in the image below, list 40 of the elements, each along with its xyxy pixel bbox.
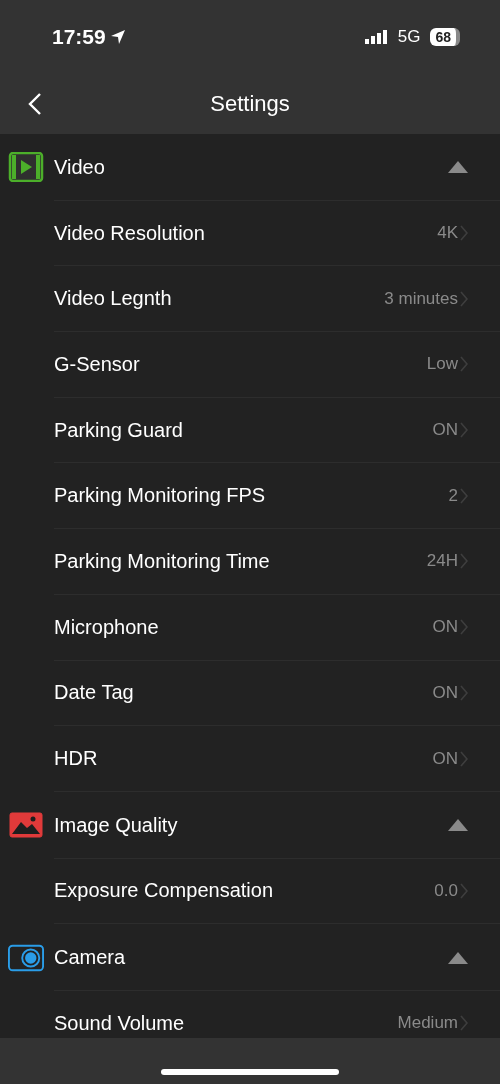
location-icon [109,29,126,45]
collapse-icon[interactable] [448,951,468,964]
collapse-icon[interactable] [448,161,468,174]
chevron-icon [460,356,468,373]
settings-row[interactable]: Exposure Compensation 0.0 [54,857,500,925]
settings-row[interactable]: Microphone ON [54,593,500,661]
status-time: 17:59 [52,25,106,49]
chevron-icon [460,487,468,504]
section-title: Camera [54,946,127,970]
chevron-icon [460,619,468,636]
network-label: 5G [397,27,421,47]
chevron-icon [460,750,468,767]
chevron-icon [460,553,468,570]
chevron-icon [460,684,468,701]
image-icon [8,812,44,839]
settings-row[interactable]: G-Sensor Low [54,331,500,398]
chevron-icon [460,225,468,242]
settings-row[interactable]: Video Resolution 4K [54,199,500,267]
settings-row[interactable]: Date Tag ON [54,659,500,727]
settings-row[interactable]: Parking Monitoring FPS 2 [54,462,500,530]
section-header[interactable]: Image Quality [0,791,500,859]
collapse-icon[interactable] [448,819,468,832]
section-title: Video [54,155,106,179]
section-header[interactable]: Camera [0,924,500,991]
settings-row[interactable]: Parking Guard ON [54,396,500,464]
back-icon[interactable] [28,92,42,116]
settings-row[interactable]: HDR ON [54,725,500,792]
settings-row[interactable]: Parking Monitoring Time 24H [54,528,500,595]
chevron-icon [460,422,468,439]
film-icon [8,152,44,183]
camera-icon [8,943,44,972]
page-title: Settings [210,91,290,117]
section-title: Image Quality [54,813,179,837]
section-header[interactable]: Video [0,134,500,201]
battery-indicator: 68 [430,28,460,46]
chevron-icon [460,290,468,307]
chevron-icon [460,882,468,899]
signal-icon [364,30,389,44]
chevron-icon [460,1015,468,1032]
settings-row[interactable]: Video Legnth 3 minutes [54,265,500,333]
